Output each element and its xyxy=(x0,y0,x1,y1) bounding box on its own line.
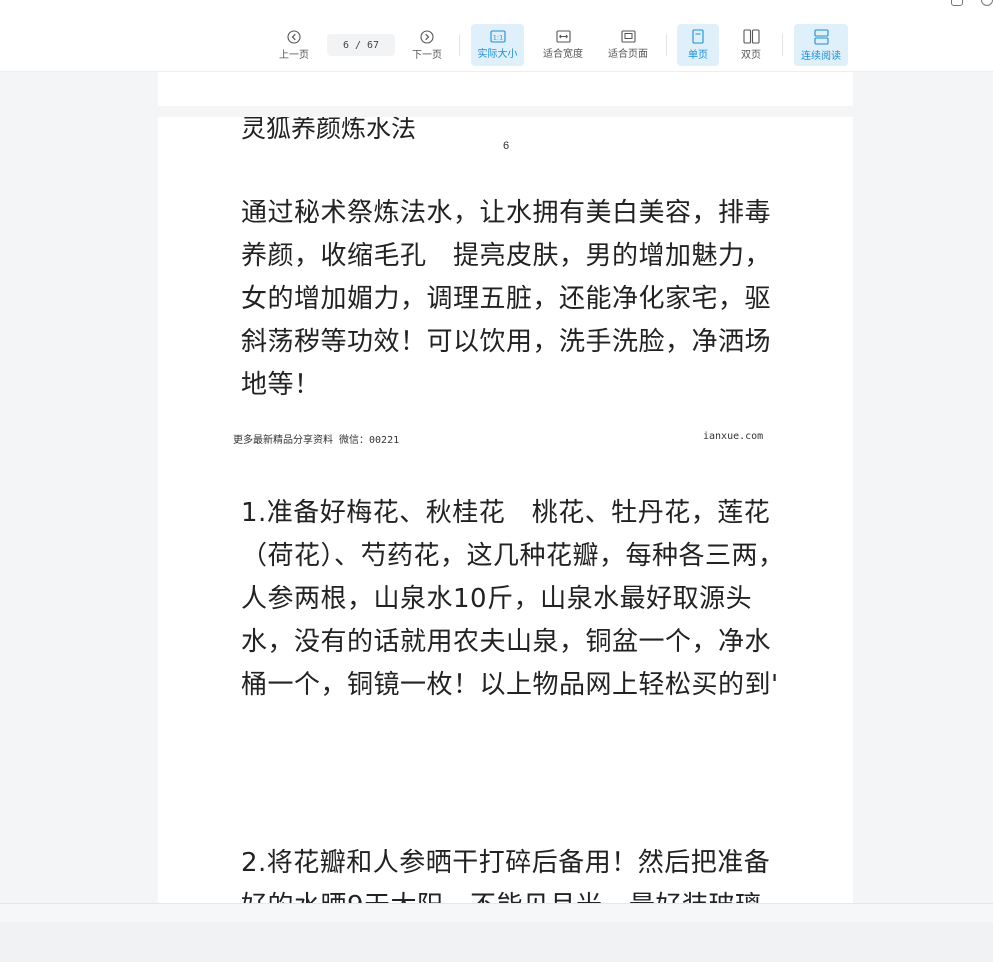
watermark-right-text: ianxue.com xyxy=(703,431,764,442)
fit-width-icon xyxy=(555,30,571,43)
prev-page-button[interactable]: 上一页 xyxy=(274,24,314,66)
next-page-button[interactable]: 下一页 xyxy=(407,24,447,66)
window-icon[interactable] xyxy=(951,0,963,6)
fit-width-label: 适合宽度 xyxy=(543,49,583,60)
bottom-panel xyxy=(0,903,993,962)
single-page-label: 单页 xyxy=(688,50,708,61)
document-page: 灵狐养颜炼水法 6 通过秘术祭炼法水，让水拥有美白美容，排毒养颜，收缩毛孔 提亮… xyxy=(158,117,853,903)
window-corner-controls xyxy=(943,0,993,8)
page-number-input[interactable]: 6 / 67 xyxy=(327,34,395,56)
continuous-read-icon xyxy=(813,28,829,45)
next-page-label: 下一页 xyxy=(412,49,442,61)
fit-page-button[interactable]: 适合页面 xyxy=(602,24,654,66)
chevron-left-circle-icon xyxy=(287,29,301,44)
continuous-read-button[interactable]: 连续阅读 xyxy=(794,24,848,66)
watermark-left-text: 更多最新精品分享资料 微信：00221 xyxy=(233,435,400,446)
actual-size-icon: 1:1 xyxy=(489,30,506,43)
reader-toolbar: 上一页 6 / 67 下一页 1:1 实际大小 适合宽度 适合页面 单页 双页 … xyxy=(0,20,993,72)
actual-size-button[interactable]: 1:1 实际大小 xyxy=(471,24,524,66)
toolbar-divider xyxy=(782,34,783,56)
single-page-button[interactable]: 单页 xyxy=(677,24,719,66)
toolbar-divider xyxy=(459,34,460,56)
paragraph-step-1: 1.准备好梅花、秋桂花 桃花、牡丹花，莲花（荷花）、芍药花，这几种花瓣，每种各三… xyxy=(241,498,785,700)
bottom-strip xyxy=(0,904,993,922)
double-page-button[interactable]: 双页 xyxy=(730,24,772,66)
previous-page-edge xyxy=(158,72,853,106)
double-page-label: 双页 xyxy=(741,50,761,61)
actual-size-icon-text: 1:1 xyxy=(492,33,502,41)
watermark-strip: 更多最新精品分享资料 微信：00221 ianxue.com xyxy=(233,431,773,446)
actual-size-label: 实际大小 xyxy=(477,49,518,60)
continuous-read-label: 连续阅读 xyxy=(801,50,841,62)
fit-page-icon xyxy=(620,30,636,43)
double-page-icon xyxy=(742,29,760,44)
page-heading: 灵狐养颜炼水法 xyxy=(241,117,417,143)
window-top-strip xyxy=(0,0,993,20)
paragraph-step-2: 2.将花瓣和人参晒干打碎后备用！然后把准备好的水晒9天太阳，不能见月光，最好装玻… xyxy=(241,848,771,903)
fit-width-button[interactable]: 适合宽度 xyxy=(537,24,589,66)
document-viewer[interactable]: 灵狐养颜炼水法 6 通过秘术祭炼法水，让水拥有美白美容，排毒养颜，收缩毛孔 提亮… xyxy=(0,72,993,903)
prev-page-label: 上一页 xyxy=(279,49,309,61)
paragraph-intro: 通过秘术祭炼法水，让水拥有美白美容，排毒养颜，收缩毛孔 提亮皮肤，男的增加魅力，… xyxy=(241,198,772,400)
toolbar-divider xyxy=(666,34,667,56)
chevron-right-circle-icon xyxy=(420,29,434,44)
single-page-icon xyxy=(692,29,704,44)
page-number: 6 xyxy=(503,140,510,152)
fit-page-label: 适合页面 xyxy=(608,49,648,60)
window-icon-2[interactable] xyxy=(981,0,993,6)
